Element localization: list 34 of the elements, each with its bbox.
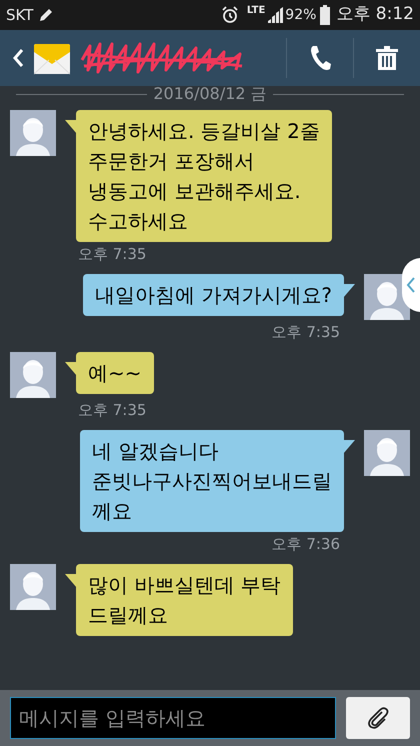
paperclip-icon bbox=[366, 706, 390, 730]
clock-label: 오후 8:12 bbox=[336, 3, 414, 26]
chevron-left-icon bbox=[406, 276, 416, 294]
message-bubble: 내일아침에 가져가시게요? bbox=[83, 274, 344, 316]
network-label: LTE bbox=[246, 6, 266, 16]
signal-icon bbox=[267, 7, 284, 23]
battery-icon bbox=[320, 5, 330, 25]
avatar-icon bbox=[10, 564, 56, 610]
bubble-tail-icon bbox=[343, 284, 355, 298]
message-bubble: 안녕하세요. 등갈비살 2줄 주문한거 포장해서 냉동고에 보관해주세요. 수고하세요 bbox=[76, 110, 332, 242]
battery-percent: 92% bbox=[285, 6, 316, 24]
message-time: 오후 7:35 bbox=[78, 400, 146, 420]
bubble-tail-icon bbox=[343, 440, 355, 454]
attach-button[interactable] bbox=[346, 697, 410, 739]
message-bubble: 많이 바쁘실텐데 부탁 드릴께요 bbox=[76, 564, 293, 636]
alarm-icon bbox=[220, 6, 239, 24]
carrier-label: SKT bbox=[6, 4, 34, 26]
message-bubble: 네 알겠습니다 준빗나구사진찍어보내드릴 께요 bbox=[80, 430, 344, 532]
avatar-icon bbox=[364, 430, 410, 476]
avatar-icon bbox=[10, 352, 56, 398]
bubble-tail-icon bbox=[65, 362, 77, 376]
bubble-tail-icon bbox=[65, 574, 77, 588]
avatar-icon bbox=[10, 110, 56, 156]
pencil-icon bbox=[38, 7, 54, 23]
bubble-tail-icon bbox=[65, 120, 77, 134]
trash-icon bbox=[376, 46, 398, 70]
message-time: 오후 7:36 bbox=[272, 534, 340, 554]
message-bubble: 예~~ bbox=[76, 352, 154, 394]
phone-icon bbox=[309, 45, 331, 71]
message-time: 오후 7:35 bbox=[78, 244, 146, 264]
message-input[interactable]: 메시지를 입력하세요 bbox=[10, 697, 336, 739]
message-time: 오후 7:35 bbox=[272, 322, 340, 342]
back-icon bbox=[12, 48, 24, 68]
date-divider: 2016/08/12 금 bbox=[152, 86, 268, 102]
